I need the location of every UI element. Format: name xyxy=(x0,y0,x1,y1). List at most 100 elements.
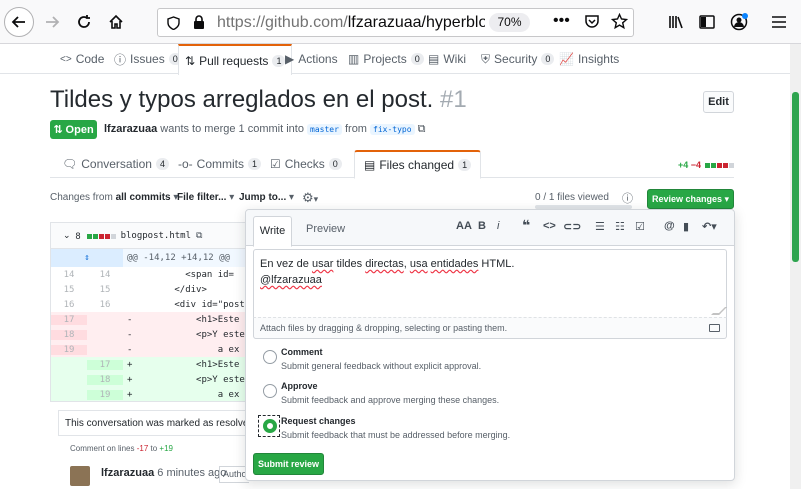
old-line-number[interactable]: 14 xyxy=(51,270,87,280)
new-line-number[interactable]: 18 xyxy=(87,374,123,385)
radio-request-changes[interactable] xyxy=(263,419,277,433)
lock-icon[interactable] xyxy=(193,15,205,30)
url-text[interactable]: https://github.com/lfzarazuaa/hyperblo xyxy=(217,14,485,32)
reply-icon[interactable]: ↶▾ xyxy=(702,220,717,233)
author-link[interactable]: lfzarazuaa xyxy=(104,123,157,135)
review-changes-button[interactable]: Review changes ▾ xyxy=(647,189,734,209)
diffstat-square xyxy=(722,163,728,168)
option-comment[interactable]: Comment Submit general feedback without … xyxy=(263,347,703,379)
quote-icon[interactable]: ❝ xyxy=(522,217,530,234)
file-filter-dropdown[interactable]: File filter... ▾ xyxy=(177,192,234,203)
code-text: <h1>Este xyxy=(136,314,240,325)
header-text-icon[interactable]: AA xyxy=(456,220,472,232)
saved-reply-icon[interactable]: ▮ xyxy=(683,220,689,233)
new-line-number[interactable]: 14 xyxy=(87,270,123,280)
jump-to-dropdown[interactable]: Jump to... ▾ xyxy=(239,192,294,203)
tab-actions[interactable]: ▶ Actions xyxy=(285,44,338,74)
edit-button[interactable]: Edit xyxy=(703,91,734,113)
tab-files-changed[interactable]: ▤ Files changed 1 xyxy=(354,150,482,179)
option-approve[interactable]: Approve Submit feedback and approve merg… xyxy=(263,381,703,413)
submit-review-button[interactable]: Submit review xyxy=(253,453,324,475)
bold-icon[interactable]: B xyxy=(478,220,486,232)
settings-gear-icon[interactable]: ⚙▾ xyxy=(302,190,318,206)
italic-icon[interactable]: i xyxy=(497,220,499,232)
tab-projects[interactable]: ▥ Projects 0 xyxy=(348,44,424,74)
file-name[interactable]: blogpost.html xyxy=(121,231,191,241)
account-icon[interactable] xyxy=(730,13,748,31)
review-body-textarea[interactable]: En vez de usar tildes directas, usa enti… xyxy=(253,249,727,317)
diff-lines: 14 14 <span id= 15 15 </div> 16 16 <div id="p… xyxy=(51,267,250,401)
task-list-icon[interactable]: ☑ xyxy=(635,220,645,233)
new-line-number[interactable]: 15 xyxy=(87,285,123,295)
tab-commits[interactable]: -o- Commits 1 xyxy=(178,150,262,178)
expand-icon[interactable]: ⇕ xyxy=(51,249,123,267)
reload-button[interactable] xyxy=(70,8,98,36)
tab-pull-requests[interactable]: ⇅ Pull requests 1 xyxy=(178,44,293,75)
base-branch[interactable]: master xyxy=(307,124,342,135)
zoom-level-badge[interactable]: 70% xyxy=(489,13,530,32)
old-line-number[interactable]: 15 xyxy=(51,285,87,295)
sidebar-icon[interactable] xyxy=(699,15,715,29)
changes-from-dropdown[interactable]: Changes from all commits ▾ xyxy=(50,192,178,203)
home-button[interactable] xyxy=(102,8,130,36)
tab-checks[interactable]: ☑ Checks 0 xyxy=(270,150,342,178)
chevron-down-icon[interactable]: ⌄ xyxy=(63,230,71,241)
diff-line: 15 15 </div> xyxy=(51,282,250,297)
avatar[interactable] xyxy=(70,466,90,486)
tab-preview[interactable]: Preview xyxy=(306,223,345,235)
copy-icon[interactable]: ⧉ xyxy=(196,230,202,241)
back-button[interactable] xyxy=(4,7,34,37)
mention-icon[interactable]: @ xyxy=(664,220,675,232)
hamburger-menu-icon[interactable] xyxy=(771,15,787,29)
markdown-icon[interactable] xyxy=(709,324,720,332)
tab-counter: 1 xyxy=(248,158,262,170)
library-icon[interactable] xyxy=(668,14,684,30)
pocket-icon[interactable] xyxy=(584,14,600,29)
scrollbar-thumb[interactable] xyxy=(792,92,799,262)
tab-security[interactable]: ⛨ Security 0 xyxy=(481,44,555,74)
resize-handle-icon[interactable] xyxy=(711,307,727,315)
radio-approve[interactable] xyxy=(263,384,277,398)
resolved-conversation[interactable]: This conversation was marked as resolved xyxy=(58,410,248,436)
tab-conversation[interactable]: 🗨 Conversation 4 xyxy=(62,150,169,178)
editor-tabs: Write Preview AA B i ❝ <> ⊂⊃ ☰ ☷ ☑ @ ▮ ↶… xyxy=(246,210,734,247)
tab-wiki[interactable]: ▤ Wiki xyxy=(428,44,466,74)
status-label: Open xyxy=(65,123,94,136)
ordered-list-icon[interactable]: ☷ xyxy=(615,220,625,233)
new-line-number[interactable]: 17 xyxy=(87,359,123,370)
diff-sign: - xyxy=(127,314,133,325)
page-actions-icon[interactable]: ••• xyxy=(553,12,570,30)
back-arrow-icon xyxy=(11,16,25,28)
tab-issues[interactable]: ⓘ Issues 0 xyxy=(114,44,182,74)
attach-files-area[interactable]: Attach files by dragging & dropping, sel… xyxy=(253,317,727,339)
old-line-number[interactable]: 19 xyxy=(51,344,87,355)
shield-icon[interactable] xyxy=(167,16,180,30)
copy-icon[interactable]: ⧉ xyxy=(418,123,426,135)
old-line-number[interactable]: 18 xyxy=(51,329,87,340)
link-icon[interactable]: ⊂⊃ xyxy=(563,220,581,233)
info-icon[interactable]: ⓘ xyxy=(622,190,633,206)
radio-comment[interactable] xyxy=(263,350,277,364)
old-line-number[interactable]: 16 xyxy=(51,300,87,310)
tab-write[interactable]: Write xyxy=(253,216,292,247)
to-line: +19 xyxy=(159,444,173,453)
code-icon[interactable]: <> xyxy=(543,220,556,232)
tab-insights[interactable]: 📈 Insights xyxy=(559,44,619,74)
head-branch[interactable]: fix-typo xyxy=(370,124,415,135)
tab-code[interactable]: <> Code xyxy=(60,44,104,74)
diffstat-square xyxy=(716,163,722,168)
meta-text: from xyxy=(344,123,367,135)
home-icon xyxy=(109,14,123,29)
old-line-number[interactable]: 17 xyxy=(51,314,87,325)
additions-count: +4 xyxy=(678,160,689,170)
unordered-list-icon[interactable]: ☰ xyxy=(595,220,605,233)
new-line-number[interactable]: 16 xyxy=(87,300,123,310)
forward-button[interactable] xyxy=(38,8,66,36)
page-scrollbar[interactable] xyxy=(790,44,801,489)
new-line-number[interactable]: 19 xyxy=(87,389,123,400)
option-request-changes[interactable]: Request changes Submit feedback that mus… xyxy=(258,415,703,448)
comment-time[interactable]: 6 minutes ago xyxy=(157,467,226,479)
files-viewed: 0 / 1 files viewed xyxy=(535,192,609,203)
bookmark-star-icon[interactable] xyxy=(611,13,628,30)
author-link[interactable]: lfzarazuaa xyxy=(101,467,154,479)
